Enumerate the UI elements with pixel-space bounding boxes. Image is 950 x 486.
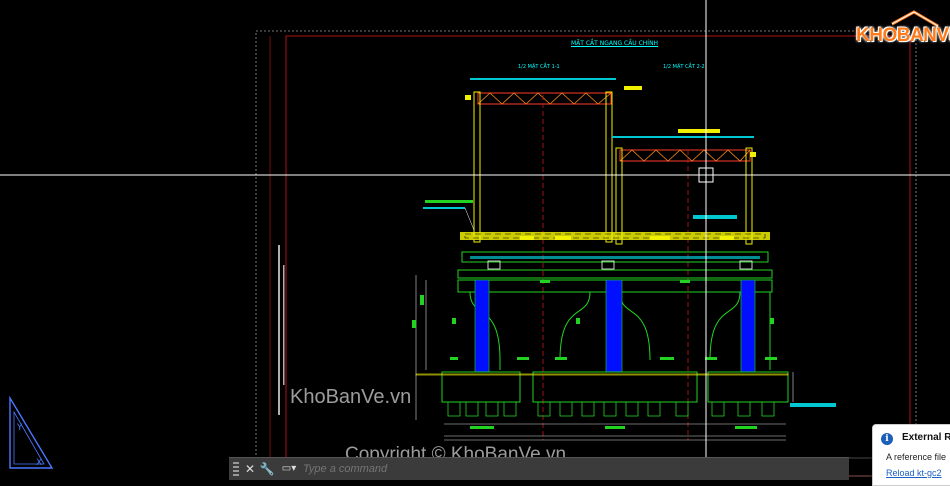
logo-text: KHOBANVE <box>856 25 950 46</box>
notification-message: A reference file <box>886 452 947 462</box>
cad-drawing-canvas[interactable] <box>0 0 950 479</box>
svg-text:Y: Y <box>16 423 23 433</box>
close-icon[interactable]: ✕ <box>243 461 257 477</box>
notification-title: External R <box>902 432 950 443</box>
command-history-icon[interactable]: ▭▾ <box>278 461 300 477</box>
pile-caps <box>415 371 789 403</box>
drawing-title: MẶT CẮT NGANG CẦU CHÍNH <box>571 40 659 47</box>
brand-watermark: KhoBanVe.vn <box>290 386 412 408</box>
command-line-bar: ✕ 🔧 ▭▾ <box>229 457 849 480</box>
right-section-label: 1/2 MẶT CẮT 2-2 <box>663 64 705 70</box>
dimension-lines <box>415 275 794 441</box>
sheet-outer-border <box>255 30 917 479</box>
grip-handle[interactable] <box>233 462 239 476</box>
info-icon: i <box>881 433 893 445</box>
command-input[interactable] <box>303 461 833 477</box>
piles <box>447 401 775 417</box>
side-notes <box>278 245 285 415</box>
right-truss <box>612 129 756 245</box>
customize-wrench-icon[interactable]: 🔧 <box>259 461 275 477</box>
left-section-label: 1/2 MẶT CẮT 1-1 <box>518 64 560 70</box>
left-truss <box>465 78 642 243</box>
ucs-icon: Y X <box>9 396 54 469</box>
external-reference-notification[interactable]: i External R A reference file Reload kt-… <box>872 424 950 486</box>
reload-xref-link[interactable]: Reload kt-gc2 <box>886 468 942 478</box>
khobanve-logo: KHOBANVE <box>852 10 950 52</box>
callout-leader <box>423 200 475 231</box>
svg-text:X: X <box>36 458 42 468</box>
